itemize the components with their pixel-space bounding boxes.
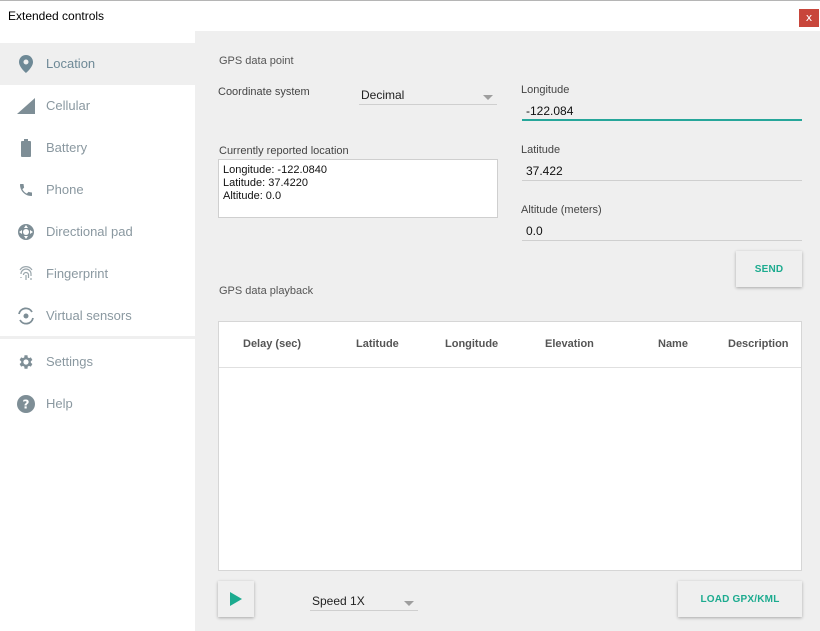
playback-speed-select[interactable]: Speed 1X	[310, 589, 418, 611]
sidebar-item-label: Directional pad	[46, 224, 133, 239]
latitude-value: 37.422	[526, 164, 563, 178]
reported-location-label: Currently reported location	[219, 145, 349, 157]
sidebar-item-settings[interactable]: Settings	[0, 341, 195, 383]
sidebar-item-label: Battery	[46, 140, 88, 155]
reported-altitude: Altitude: 0.0	[223, 190, 282, 202]
reported-location-box: Longitude: -122.0840 Latitude: 37.4220 A…	[218, 159, 498, 218]
window-title: Extended controls	[8, 9, 105, 23]
column-header-latitude[interactable]: Latitude	[356, 338, 399, 350]
altitude-label: Altitude (meters)	[521, 204, 602, 216]
sidebar-item-label: Phone	[46, 182, 84, 197]
signal-icon	[16, 96, 36, 116]
sidebar-item-label: Fingerprint	[46, 266, 109, 281]
rotate-icon	[16, 306, 36, 326]
sidebar-item-help[interactable]: ? Help	[0, 383, 195, 425]
latitude-input[interactable]: 37.422	[522, 161, 802, 181]
gear-icon	[16, 352, 36, 372]
column-header-elevation[interactable]: Elevation	[545, 338, 594, 350]
sidebar-item-label: Virtual sensors	[46, 308, 132, 323]
gps-playback-table: Delay (sec) Latitude Longitude Elevation…	[218, 321, 802, 571]
latitude-label: Latitude	[521, 144, 561, 156]
altitude-value: 0.0	[526, 224, 543, 238]
altitude-input[interactable]: 0.0	[522, 221, 802, 241]
battery-icon	[16, 138, 36, 158]
column-header-description[interactable]: Description	[728, 338, 789, 350]
sidebar-item-label: Cellular	[46, 98, 91, 113]
gps-playback-title: GPS data playback	[219, 285, 314, 297]
svg-text:?: ?	[23, 398, 30, 412]
sidebar-item-battery[interactable]: Battery	[0, 127, 195, 169]
phone-icon	[16, 180, 36, 200]
play-button[interactable]	[218, 581, 254, 617]
reported-longitude: Longitude: -122.0840	[223, 164, 327, 176]
column-header-name[interactable]: Name	[658, 338, 688, 350]
location-pin-icon	[16, 54, 36, 74]
chevron-down-icon	[483, 95, 493, 100]
sidebar-item-label: Location	[46, 56, 96, 71]
sidebar: Location Cellular Battery Phone Directio…	[0, 43, 195, 631]
sidebar-divider	[0, 336, 195, 339]
location-panel: GPS data point Coordinate system Decimal…	[195, 31, 820, 631]
load-gpx-kml-button[interactable]: LOAD GPX/KML	[678, 581, 802, 617]
reported-latitude: Latitude: 37.4220	[223, 177, 309, 189]
sidebar-item-label: Help	[46, 396, 73, 411]
longitude-label: Longitude	[521, 84, 570, 96]
coordinate-system-value: Decimal	[361, 88, 405, 102]
dpad-icon	[16, 222, 36, 242]
longitude-input[interactable]: -122.084	[522, 101, 802, 121]
sidebar-item-fingerprint[interactable]: Fingerprint	[0, 253, 195, 295]
send-button[interactable]: SEND	[736, 251, 802, 287]
coordinate-system-select[interactable]: Decimal	[359, 83, 497, 105]
close-button[interactable]: x	[799, 9, 819, 27]
playback-speed-value: Speed 1X	[312, 594, 365, 608]
longitude-value: -122.084	[526, 104, 574, 118]
help-icon: ?	[16, 394, 36, 414]
table-header: Delay (sec) Latitude Longitude Elevation…	[219, 322, 801, 368]
coordinate-system-label: Coordinate system	[218, 86, 310, 98]
sidebar-item-location[interactable]: Location	[0, 43, 195, 85]
column-header-delay[interactable]: Delay (sec)	[243, 338, 301, 350]
fingerprint-icon	[16, 264, 36, 284]
sidebar-item-virtual-sensors[interactable]: Virtual sensors	[0, 295, 195, 337]
play-icon	[230, 592, 242, 606]
sidebar-item-cellular[interactable]: Cellular	[0, 85, 195, 127]
sidebar-item-directional-pad[interactable]: Directional pad	[0, 211, 195, 253]
chevron-down-icon	[404, 601, 414, 606]
title-bar: Extended controls x	[0, 0, 820, 31]
column-header-longitude[interactable]: Longitude	[445, 338, 498, 350]
sidebar-item-phone[interactable]: Phone	[0, 169, 195, 211]
gps-data-point-title: GPS data point	[219, 55, 294, 67]
sidebar-item-label: Settings	[46, 354, 93, 369]
